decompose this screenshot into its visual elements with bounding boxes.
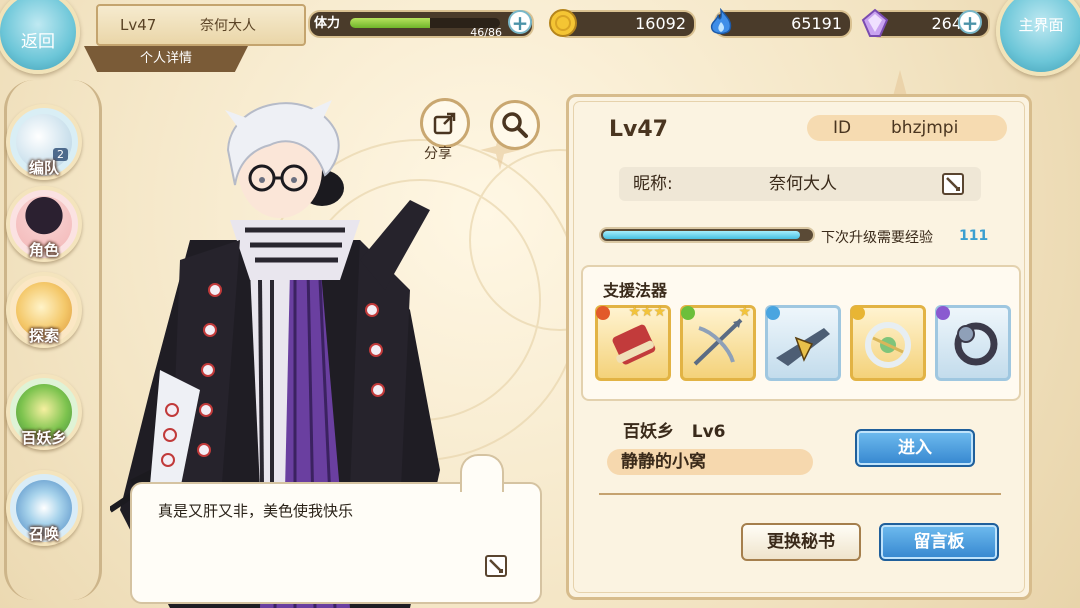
star-rating: ★: [738, 304, 751, 320]
back-button[interactable]: 返回: [0, 0, 80, 74]
stamina-bar: 体力 46/86: [308, 10, 534, 39]
nickname-value: 奈何大人: [769, 174, 837, 194]
home-label: 主界面: [1018, 16, 1064, 34]
sidebar-item-label: 召唤: [28, 525, 59, 543]
gold-value: 16092: [635, 14, 686, 33]
exp-label: 下次升级需要经验: [821, 230, 933, 246]
share-icon: [433, 112, 456, 135]
village-level: 百妖乡 Lv6: [623, 422, 726, 442]
speech-text: 真是又肝又非，美色使我快乐: [158, 502, 354, 520]
support-item-1[interactable]: ★★★: [595, 304, 671, 381]
back-label: 返回: [21, 31, 55, 52]
player-name: 奈何大人: [200, 18, 256, 34]
edit-speech-icon[interactable]: [484, 554, 508, 578]
id-label: ID: [833, 118, 852, 138]
gold-coin-icon: [549, 9, 577, 37]
edit-nickname-icon[interactable]: [941, 172, 965, 196]
sidebar-item-label: 探索: [28, 327, 59, 345]
sidebar-item-team[interactable]: 2 编队: [6, 104, 82, 180]
sidebar-item-character[interactable]: 角色: [6, 186, 82, 262]
blue-flame-icon: [710, 8, 732, 35]
element-badge: [681, 306, 695, 320]
zoom-button[interactable]: [490, 100, 540, 150]
exp-fill: [603, 231, 801, 239]
profile-panel: Lv47 ID bhzjmpi 昵称: 奈何大人 下次升级需要经验 111 支援…: [566, 94, 1032, 600]
blade-artifact-icon: [776, 328, 830, 366]
crystal-icon: [861, 8, 889, 37]
soul-value: 65191: [791, 14, 842, 33]
player-level: Lv47: [120, 16, 157, 34]
element-badge: [766, 306, 780, 320]
support-item-5[interactable]: [935, 305, 1011, 381]
element-badge: [851, 306, 865, 320]
add-stamina-button[interactable]: +: [508, 10, 532, 34]
profile-level: Lv47: [609, 117, 668, 142]
support-item-3[interactable]: [765, 305, 841, 381]
message-board-button[interactable]: 留言板: [879, 523, 999, 561]
magnifier-icon: [502, 112, 528, 138]
nickname-label: 昵称:: [633, 174, 673, 194]
village-name: 静静的小窝: [607, 449, 813, 475]
support-artifacts-box: 支援法器 ★★★ ★: [581, 265, 1021, 401]
star-rating: ★★★: [628, 304, 666, 320]
speech-bubble-tail: [460, 454, 504, 492]
support-item-4[interactable]: [850, 305, 926, 381]
support-item-2[interactable]: ★: [680, 304, 756, 381]
tab-profile-details[interactable]: 个人详情: [84, 46, 248, 72]
id-value: bhzjmpi: [891, 118, 959, 138]
exp-bar: [599, 227, 815, 243]
nickname-field: 昵称: 奈何大人: [619, 167, 981, 201]
home-button[interactable]: 主界面: [996, 0, 1080, 76]
share-button[interactable]: [420, 98, 470, 148]
panel-divider: [599, 493, 1001, 495]
soul-counter: 65191: [710, 8, 852, 38]
ring-artifact-icon: [954, 322, 998, 366]
wreath-artifact-icon: [865, 322, 911, 368]
sidebar-item-label: 百妖乡: [21, 429, 67, 447]
change-secretary-button[interactable]: 更换秘书: [741, 523, 861, 561]
sidebar-item-label: 编队: [28, 159, 59, 177]
stamina-label: 体力: [314, 16, 341, 31]
exp-value: 111: [959, 228, 989, 244]
sidebar-item-summon[interactable]: 召唤: [6, 470, 82, 546]
enter-village-button[interactable]: 进入: [855, 429, 975, 467]
player-id-box: ID bhzjmpi: [807, 115, 1007, 141]
add-crystal-button[interactable]: +: [958, 10, 982, 34]
player-plate: Lv47 奈何大人: [96, 4, 306, 46]
stamina-fill: [350, 18, 431, 28]
support-title: 支援法器: [603, 281, 668, 300]
gold-counter: 16092: [549, 9, 696, 38]
sidebar-item-village[interactable]: 百妖乡: [6, 374, 82, 450]
secretary-speech-bubble: 真是又肝又非，美色使我快乐: [130, 454, 542, 604]
element-badge: [936, 306, 950, 320]
sidebar-item-explore[interactable]: 探索: [6, 272, 82, 348]
stamina-value: 46/86: [470, 26, 502, 39]
share-label: 分享: [424, 146, 452, 162]
sidebar-item-label: 角色: [28, 241, 59, 259]
element-badge: [596, 306, 610, 320]
